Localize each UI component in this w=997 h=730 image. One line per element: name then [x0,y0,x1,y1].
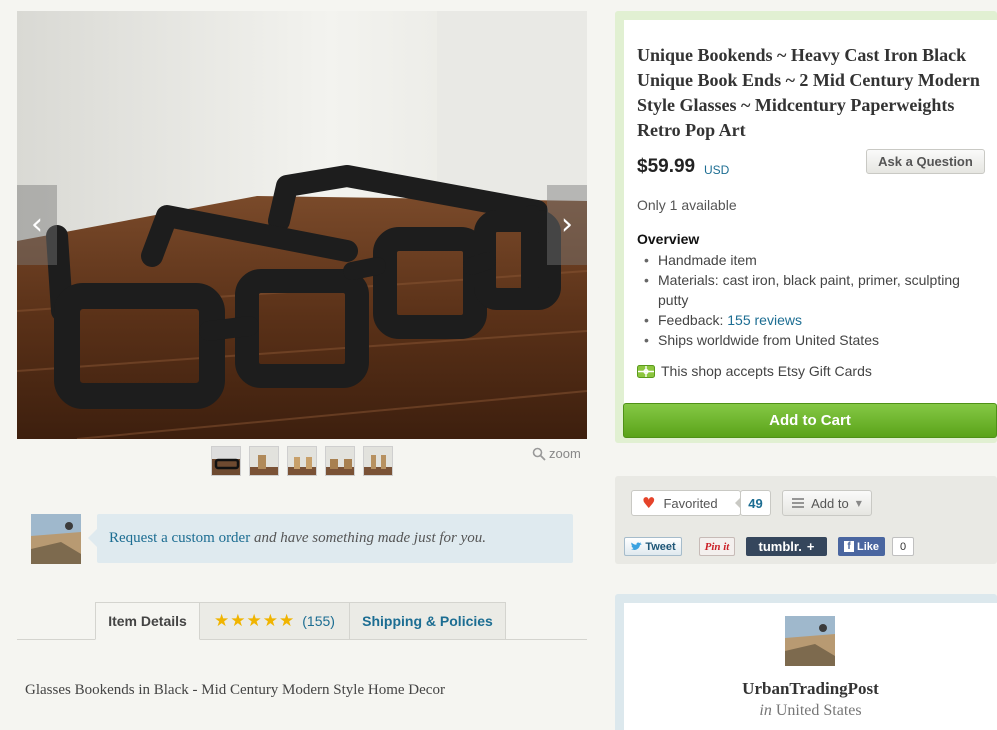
facebook-like-count: 0 [892,537,914,556]
giftcard-notice: This shop accepts Etsy Gift Cards [637,363,872,379]
heart-icon: ♥ [642,494,656,512]
shop-name-link[interactable]: UrbanTradingPost [624,679,997,699]
seller-avatar[interactable] [31,514,81,564]
rating-stars-icon: ★★★★★ [214,611,296,631]
facebook-like-button[interactable]: f Like [838,537,885,556]
list-icon [792,498,805,508]
tweet-button[interactable]: Tweet [624,537,682,556]
ask-question-button[interactable]: Ask a Question [866,149,985,174]
tumblr-button[interactable]: tumblr. + [746,537,827,556]
buy-box: Unique Bookends ~ Heavy Cast Iron Black … [615,11,997,443]
add-to-list-button[interactable]: Add to ▼ [782,490,872,516]
product-main-image[interactable]: ‹ › [17,11,587,439]
plus-icon: + [806,539,815,554]
overview-materials: Materials: cast iron, black paint, prime… [644,270,979,310]
chevron-down-icon: ▼ [855,498,862,508]
tweet-label: Tweet [645,540,676,553]
listing-info-panel: Unique Bookends ~ Heavy Cast Iron Black … [624,20,997,404]
tumblr-label: tumblr. [758,539,802,554]
zoom-label: zoom [549,446,581,461]
giftcard-text: This shop accepts Etsy Gift Cards [661,363,872,379]
shop-info-panel: UrbanTradingPost in United States [624,603,997,730]
reviews-count: (155) [302,613,335,629]
listing-title: Unique Bookends ~ Heavy Cast Iron Black … [637,45,980,140]
magnifier-icon [532,447,546,461]
overview-handmade: Handmade item [644,250,979,270]
custom-order-text: and have something made just for you. [250,530,487,546]
currency-link[interactable]: USD [704,163,729,177]
fb-like-label: Like [856,540,879,553]
facebook-icon: f [843,541,854,552]
pinterest-button[interactable]: Pin it [699,537,735,556]
tab-item-details[interactable]: Item Details [95,602,200,640]
gallery-prev-button[interactable]: ‹ [17,185,57,265]
shop-location: in United States [624,702,997,720]
overview-feedback: Feedback: 155 reviews [644,310,979,330]
availability-text: Only 1 available [637,197,737,213]
overview-heading: Overview [637,231,700,247]
thumbnail-strip [211,446,393,476]
feedback-reviews-link[interactable]: 155 reviews [727,312,802,328]
add-to-cart-button[interactable]: Add to Cart [623,403,997,438]
add-to-label: Add to [811,495,849,511]
item-description: Glasses Bookends in Black - Mid Century … [25,682,445,698]
shop-info-box: UrbanTradingPost in United States [615,594,997,730]
price: $59.99 [637,156,696,177]
avatar [31,514,81,564]
favorite-button[interactable]: ♥ Favorited [631,490,741,516]
thumbnail[interactable] [363,446,393,476]
social-actions-panel: ♥ Favorited 49 Add to ▼ Tweet Pin it tum… [615,476,997,564]
tab-shipping-policies[interactable]: Shipping & Policies [349,602,506,640]
gift-card-icon [637,364,655,378]
favorited-label: Favorited [663,495,718,511]
twitter-bird-icon [631,541,643,550]
custom-order-box: Request a custom order and have somethin… [88,514,573,563]
thumbnail[interactable] [287,446,317,476]
thumbnail[interactable] [211,446,241,476]
gallery-next-button[interactable]: › [547,185,587,265]
overview-ships: Ships worldwide from United States [644,330,979,350]
avatar [785,616,835,666]
request-custom-order-link[interactable]: Request a custom order [109,530,250,546]
feedback-label: Feedback: [658,312,728,328]
shop-avatar[interactable] [785,616,835,666]
thumbnail[interactable] [249,446,279,476]
location-name: United States [775,702,862,719]
favorites-count[interactable]: 49 [735,490,771,516]
location-prefix: in [759,702,772,719]
zoom-control[interactable]: zoom [532,446,581,461]
thumbnail[interactable] [325,446,355,476]
overview-list: Handmade item Materials: cast iron, blac… [644,250,979,350]
tab-reviews[interactable]: ★★★★★ (155) [199,602,350,640]
glasses-bookends-photo [17,11,587,439]
